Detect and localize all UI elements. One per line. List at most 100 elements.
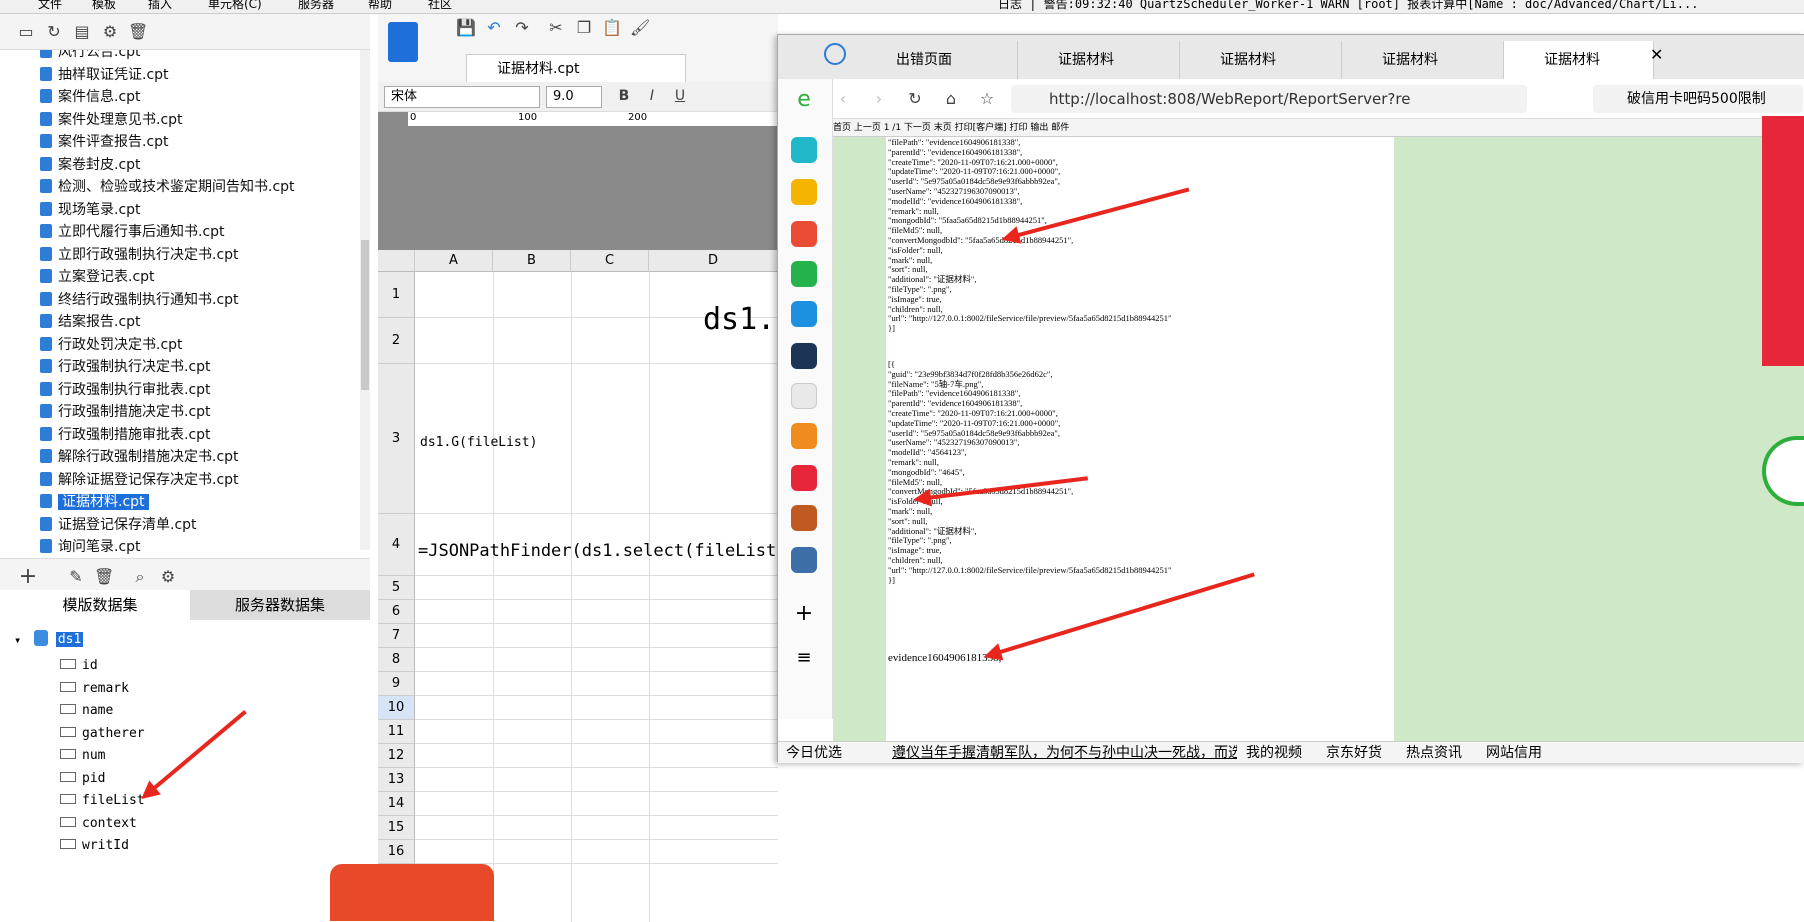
close-tab-icon[interactable]: ✕ (1650, 43, 1663, 67)
file-item[interactable]: 询问笔录.cpt (40, 537, 141, 555)
report-type-icon[interactable] (388, 22, 418, 62)
favorites-icon[interactable] (791, 179, 817, 205)
dataset-field-context[interactable]: context (60, 814, 137, 834)
add-sidebar-icon[interactable]: + (791, 601, 817, 627)
doc-icon[interactable] (791, 383, 817, 409)
menu-cell[interactable]: 单元格(C) (208, 0, 262, 10)
italic-button[interactable]: I (642, 86, 662, 106)
dataset-field-writid[interactable]: writId (60, 836, 129, 856)
status-site-credit[interactable]: 网站信用 (1486, 742, 1542, 764)
shop-icon[interactable] (791, 465, 817, 491)
report-toolbar[interactable]: 首页 上一页 1 /1 下一页 末页 打印[客户端] 打印 输出 邮件 (833, 119, 1804, 137)
dataset-field-pid[interactable]: pid (60, 769, 105, 789)
open-folder-icon[interactable]: ▭ (16, 22, 36, 42)
file-item[interactable]: 行政强制执行审批表.cpt (40, 380, 211, 400)
status-jd[interactable]: 京东好货 (1326, 742, 1382, 764)
dataset-field-num[interactable]: num (60, 746, 105, 766)
dataset-field-name[interactable]: name (60, 701, 113, 721)
file-item[interactable]: 风行公告.cpt (40, 50, 141, 62)
cell-title[interactable]: ds1. (703, 302, 775, 337)
row-header[interactable]: 8 (378, 648, 415, 672)
news-icon[interactable] (791, 343, 817, 369)
file-item[interactable]: 证据材料.cpt (40, 492, 149, 512)
row-header[interactable]: 2 (378, 318, 415, 364)
game2-icon[interactable] (791, 547, 817, 573)
reload-icon[interactable]: ↻ (905, 89, 925, 109)
status-today[interactable]: 今日优选 (786, 742, 842, 764)
tree-expand-icon[interactable]: ▾ (14, 630, 21, 650)
properties-icon[interactable]: ▤ (72, 22, 92, 42)
column-header-a[interactable]: A (415, 250, 493, 272)
tab-server-dataset[interactable]: 服务器数据集 (190, 590, 370, 620)
sheet-corner[interactable] (378, 250, 415, 272)
file-item[interactable]: 抽样取证凭证.cpt (40, 65, 169, 85)
pdf-icon[interactable] (791, 301, 817, 327)
url-input[interactable]: http://localhost:808/WebReport/ReportSer… (1011, 85, 1527, 113)
column-header-d[interactable]: D (649, 250, 778, 272)
file-item[interactable]: 案卷封皮.cpt (40, 155, 141, 175)
undo-icon[interactable]: ↶ (484, 18, 504, 38)
file-item[interactable]: 案件评查报告.cpt (40, 132, 169, 152)
home-icon[interactable]: ⌂ (941, 89, 961, 109)
row-header[interactable]: 12 (378, 744, 415, 768)
cell-a3[interactable]: ds1.G(fileList) (420, 435, 537, 450)
mascot-ad-badge[interactable] (330, 864, 494, 921)
row-header[interactable]: 13 (378, 768, 415, 792)
novel-icon[interactable] (791, 423, 817, 449)
row-header[interactable]: 5 (378, 576, 415, 600)
spreadsheet[interactable]: A B C D 1 2 3 4 5 6 7 8 9 10 11 12 13 14 15 16 ds1. ds1… (378, 250, 786, 922)
menu-server[interactable]: 服务器 (298, 0, 334, 10)
dataset-field-remark[interactable]: remark (60, 679, 129, 699)
menu-community[interactable]: 社区 (428, 0, 452, 10)
cell-a4[interactable]: =JSONPathFinder(ds1.select(fileList) (418, 541, 786, 561)
row-header[interactable]: 11 (378, 720, 415, 744)
redo-icon[interactable]: ↷ (512, 18, 532, 38)
row-header[interactable]: 10 (378, 696, 415, 720)
save-icon[interactable]: 💾 (456, 18, 476, 38)
row-header[interactable]: 4 (378, 514, 415, 576)
file-list-scroll-thumb[interactable] (361, 240, 369, 390)
browser-search-input[interactable]: 破信用卡吧码500限制 (1593, 85, 1803, 113)
tab-error-page[interactable]: 出错页面 (856, 41, 1018, 79)
file-item[interactable]: 行政强制措施审批表.cpt (40, 425, 211, 445)
tab-evidence-active[interactable]: 证据材料 (1504, 41, 1654, 79)
row-header[interactable]: 1 (378, 272, 415, 318)
dataset-node[interactable]: ds1 (34, 630, 84, 650)
font-select[interactable]: 宋体 (384, 86, 540, 108)
game-icon[interactable] (791, 505, 817, 531)
settings-icon[interactable]: ⚙ (100, 22, 120, 42)
designer-file-tab[interactable]: 证据材料.cpt (466, 54, 686, 84)
file-item[interactable]: 现场笔录.cpt (40, 200, 141, 220)
file-item[interactable]: 终结行政强制执行通知书.cpt (40, 290, 239, 310)
navigation-icon[interactable] (824, 43, 846, 65)
row-header[interactable]: 9 (378, 672, 415, 696)
tab-evidence-3[interactable]: 证据材料 (1342, 41, 1504, 79)
row-header[interactable]: 16 (378, 840, 415, 864)
edit-icon[interactable]: ✎ (66, 567, 86, 587)
refresh-icon[interactable]: ↻ (44, 22, 64, 42)
copy-icon[interactable]: ❐ (574, 18, 594, 38)
status-my-video[interactable]: 我的视频 (1246, 742, 1302, 764)
row-header[interactable]: 15 (378, 816, 415, 840)
file-item[interactable]: 证据登记保存清单.cpt (40, 515, 197, 535)
dataset-field-id[interactable]: id (60, 656, 98, 676)
tab-evidence-1[interactable]: 证据材料 (1018, 41, 1180, 79)
paste-icon[interactable]: 📋 (602, 18, 622, 38)
file-item[interactable]: 解除证据登记保存决定书.cpt (40, 470, 239, 490)
tab-template-dataset[interactable]: 模版数据集 (10, 590, 190, 620)
file-item[interactable]: 案件信息.cpt (40, 87, 141, 107)
format-painter-icon[interactable]: 🖌 (630, 18, 650, 38)
file-item[interactable]: 立案登记表.cpt (40, 267, 155, 287)
status-hot-news[interactable]: 热点资讯 (1406, 742, 1462, 764)
weibo-icon[interactable] (791, 221, 817, 247)
mail-icon[interactable] (791, 261, 817, 287)
forward-icon[interactable]: › (869, 89, 889, 109)
delete-dataset-icon[interactable]: 🗑 (94, 567, 114, 587)
menu-insert[interactable]: 插入 (148, 0, 172, 10)
row-header[interactable]: 14 (378, 792, 415, 816)
add-dataset-icon[interactable]: + (18, 566, 38, 588)
menu-template[interactable]: 模板 (92, 0, 116, 10)
file-item[interactable]: 解除行政强制措施决定书.cpt (40, 447, 239, 467)
browser-logo-icon[interactable]: e (791, 87, 817, 113)
bold-button[interactable]: B (614, 86, 634, 106)
